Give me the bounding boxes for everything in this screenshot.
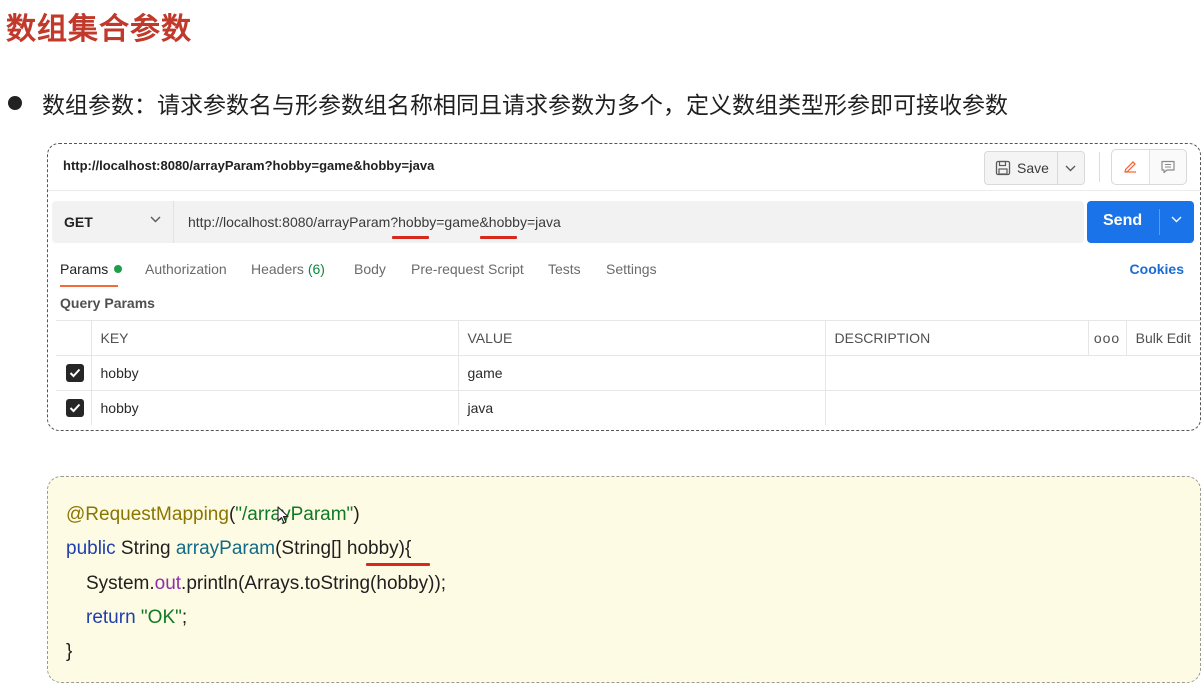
save-label: Save [1017, 160, 1049, 176]
keyword-token: public [66, 538, 116, 559]
tab-params-label: Params [60, 261, 109, 277]
save-dropdown[interactable] [1058, 165, 1084, 172]
key-cell[interactable]: hobby [90, 390, 458, 425]
method-select[interactable]: GET [52, 201, 174, 243]
send-button[interactable]: Send [1087, 201, 1194, 243]
request-name: http://localhost:8080/arrayParam?hobby=g… [63, 158, 435, 173]
request-header-bar: http://localhost:8080/arrayParam?hobby=g… [48, 144, 1200, 191]
tab-prerequest-script[interactable]: Pre-request Script [411, 261, 524, 277]
type-token: String [115, 538, 176, 559]
pencil-icon [1124, 161, 1137, 173]
comment-icon [1161, 160, 1175, 174]
active-tab-underline [60, 285, 118, 287]
paren-token: ) [353, 504, 360, 525]
row-checkbox-cell [56, 355, 91, 391]
key-cell[interactable]: hobby [90, 355, 458, 391]
send-label: Send [1103, 212, 1143, 229]
code-panel: @RequestMapping("/arrayParam") public St… [47, 476, 1201, 683]
hobby-highlight-mark [480, 236, 517, 239]
keyword-token: return [86, 607, 136, 628]
active-dot-icon [114, 265, 123, 273]
postman-panel: http://localhost:8080/arrayParam?hobby=g… [47, 143, 1201, 431]
tab-params[interactable]: Params [60, 261, 123, 277]
code-line-println: System.out.println(Arrays.toString(hobby… [86, 573, 446, 595]
field-token: out [154, 573, 182, 594]
edit-button[interactable] [1112, 150, 1150, 184]
comments-button[interactable] [1150, 150, 1187, 184]
request-bar: GET http://localhost:8080/arrayParam?hob… [52, 201, 1196, 243]
string-token: "/arrayParam" [235, 504, 354, 525]
code-line-return: return "OK"; [86, 607, 187, 629]
cookies-link[interactable]: Cookies [1130, 261, 1184, 277]
bulk-edit-button[interactable]: Bulk Edit [1125, 320, 1200, 356]
save-icon [995, 160, 1011, 176]
more-options-icon[interactable]: ooo [1087, 320, 1126, 356]
params-token: (String[] hobby){ [275, 538, 412, 559]
checkmark-icon [69, 368, 81, 378]
tab-headers[interactable]: Headers (6) [251, 261, 325, 277]
method-label: GET [64, 214, 93, 230]
request-tabs: Params Authorization Headers (6) Body Pr… [60, 261, 1190, 287]
key-column-header: KEY [90, 320, 458, 356]
chevron-down-icon [1065, 165, 1076, 171]
code-line-annotation: @RequestMapping("/arrayParam") [66, 504, 360, 526]
tab-tests[interactable]: Tests [548, 261, 581, 277]
checkmark-icon [69, 403, 81, 413]
table-header-row: KEY VALUE DESCRIPTION ooo Bulk Edit [56, 320, 1200, 356]
code-line-close: } [66, 641, 73, 662]
tab-body[interactable]: Body [354, 261, 386, 277]
send-divider [1159, 209, 1160, 235]
chevron-down-icon [150, 216, 161, 223]
table-row: hobby game [56, 355, 1200, 391]
save-button[interactable]: Save [985, 152, 1058, 184]
params-table: KEY VALUE DESCRIPTION ooo Bulk Edit hobb… [56, 320, 1200, 425]
value-cell[interactable]: game [457, 355, 825, 391]
bullet-text: 数组参数：请求参数名与形参数组名称相同且请求参数为多个，定义数组类型形参即可接收… [42, 93, 1008, 119]
save-button-group: Save [984, 151, 1085, 185]
description-cell[interactable] [824, 390, 1200, 425]
row-checkbox[interactable] [66, 364, 84, 382]
toolbar-divider [1099, 152, 1100, 182]
semicolon-token: ; [181, 607, 188, 628]
call-token: .println(Arrays.toString(hobby)); [181, 573, 447, 594]
row-checkbox-cell [56, 390, 91, 425]
tab-authorization[interactable]: Authorization [145, 261, 227, 277]
table-row: hobby java [56, 390, 1200, 425]
tab-settings[interactable]: Settings [606, 261, 657, 277]
text-cursor-icon [277, 506, 289, 524]
row-checkbox[interactable] [66, 399, 84, 417]
checkbox-column-header [56, 320, 91, 356]
headers-count: (6) [307, 261, 325, 277]
chevron-down-icon[interactable] [1171, 216, 1182, 223]
string-token: "OK" [135, 607, 182, 628]
code-line-signature: public String arrayParam(String[] hobby)… [66, 538, 411, 560]
value-cell[interactable]: java [457, 390, 825, 425]
view-toggle-group [1111, 149, 1187, 185]
method-name-token: arrayParam [175, 538, 276, 559]
url-input[interactable]: http://localhost:8080/arrayParam?hobby=g… [174, 201, 1084, 243]
hobby-highlight-mark [366, 563, 430, 566]
description-cell[interactable] [824, 355, 1200, 391]
value-column-header: VALUE [457, 320, 825, 356]
annotation-token: @RequestMapping [66, 504, 229, 525]
slide-title: 数组集合参数 [6, 12, 192, 47]
system-token: System. [86, 573, 155, 594]
description-column-header: DESCRIPTION [824, 320, 1088, 356]
query-params-label: Query Params [60, 295, 155, 311]
bullet-point [8, 96, 22, 110]
hobby-highlight-mark [392, 236, 429, 239]
url-text: http://localhost:8080/arrayParam?hobby=g… [188, 214, 561, 230]
tab-headers-label: Headers [251, 261, 304, 277]
